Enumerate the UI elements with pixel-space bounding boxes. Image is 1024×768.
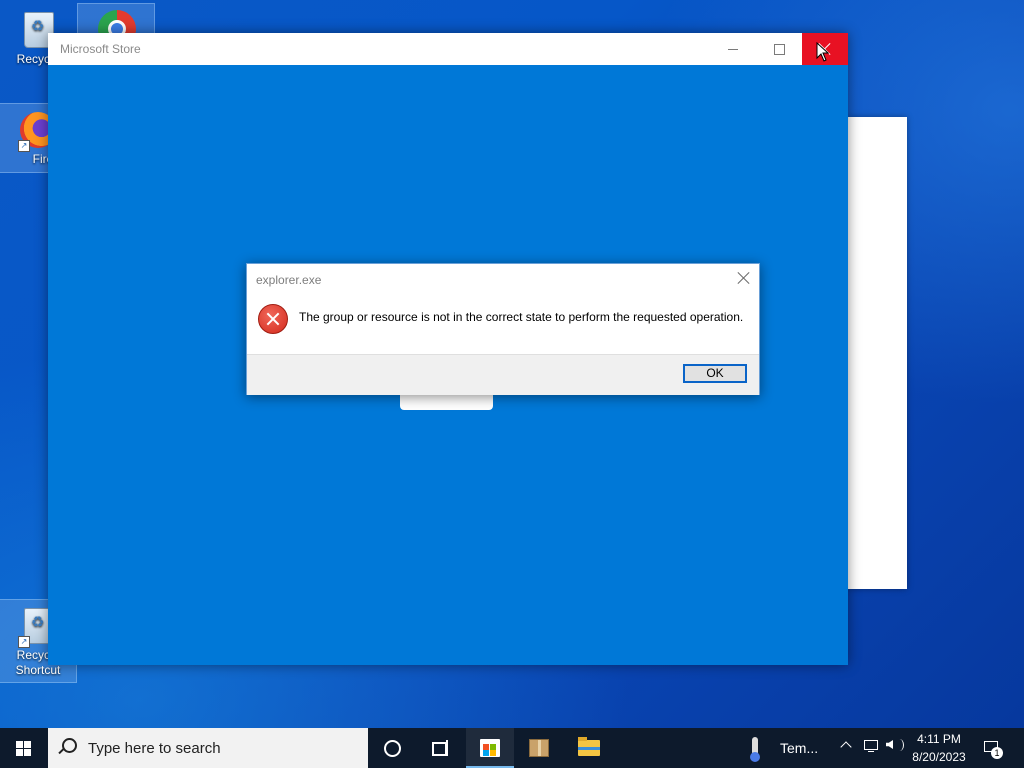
window-titlebar[interactable]: Microsoft Store [48,33,848,65]
clock[interactable]: 4:11 PM 8/20/2023 [900,728,978,768]
taskbar-package-app[interactable] [515,728,563,768]
ok-button[interactable]: OK [683,364,747,383]
search-placeholder: Type here to search [88,740,221,757]
task-view-button[interactable] [420,728,460,768]
minimize-button[interactable] [710,33,756,65]
dialog-close-button[interactable] [738,272,750,284]
volume-icon[interactable] [886,740,893,749]
taskbar-file-explorer[interactable] [564,728,612,768]
taskbar-microsoft-store[interactable] [466,728,514,768]
clock-date: 8/20/2023 [912,750,966,764]
desktop-icon-chrome[interactable] [77,3,155,35]
thermometer-icon [750,737,760,762]
background-window[interactable] [848,117,907,589]
show-hidden-icons-chevron-icon[interactable] [840,741,852,753]
search-box[interactable]: Type here to search [48,728,368,768]
error-dialog: explorer.exe The group or resource is no… [246,263,760,395]
package-icon [529,739,549,757]
dialog-title: explorer.exe [256,273,322,287]
taskbar: Type here to search Tem... 4:11 PM 8/20/… [0,728,1024,768]
dialog-message: The group or resource is not in the corr… [299,310,744,324]
folder-icon [578,737,600,756]
network-icon[interactable] [864,740,878,752]
windows-logo-icon [16,741,32,756]
window-title: Microsoft Store [60,42,141,56]
search-icon [62,738,77,753]
weather-text: Tem... [780,740,819,756]
store-bag-icon [480,739,500,757]
chrome-icon [96,8,136,34]
desktop-icon-label-line2: Shortcut [15,663,61,677]
start-button[interactable] [0,728,48,768]
maximize-button[interactable] [756,33,802,65]
notification-badge: 1 [991,747,1003,759]
action-center-button[interactable]: 1 [978,728,1024,768]
cortana-button[interactable] [372,728,412,768]
error-icon [258,304,288,334]
weather-widget[interactable]: Tem... [744,728,824,768]
clock-time: 4:11 PM [917,732,961,746]
